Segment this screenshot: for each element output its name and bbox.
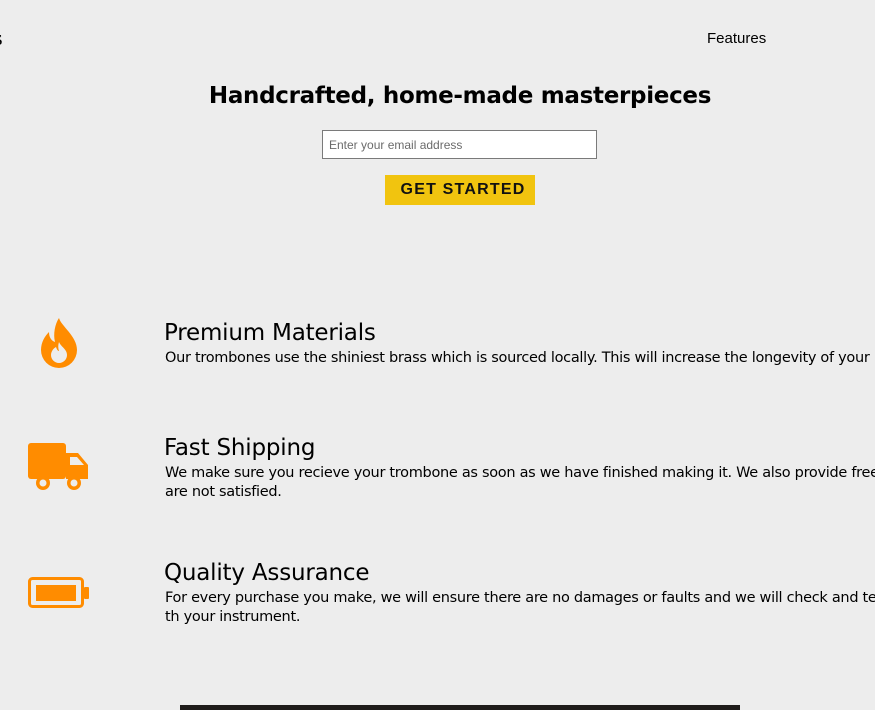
battery-icon [28,577,90,614]
email-input[interactable] [322,130,597,159]
truck-icon [28,443,90,496]
fire-icon [39,318,79,373]
hero-title: Handcrafted, home-made masterpieces [208,83,712,109]
feature-description: Our trombones use the shiniest brass whi… [165,350,875,366]
feature-title: Premium Materials [164,320,376,346]
get-started-button[interactable]: GET STARTED [385,175,535,205]
feature-title: Fast Shipping [164,435,316,461]
feature-description: We make sure you recieve your trombone a… [165,465,875,500]
feature-title: Quality Assurance [164,560,370,586]
feature-description: For every purchase you make, we will ens… [165,590,875,625]
video-embed[interactable] [180,705,740,710]
nav-link-features[interactable]: Features [707,30,766,48]
landing-page: s Features Handcrafted, home-made master… [0,0,875,710]
logo[interactable]: s [0,26,3,50]
